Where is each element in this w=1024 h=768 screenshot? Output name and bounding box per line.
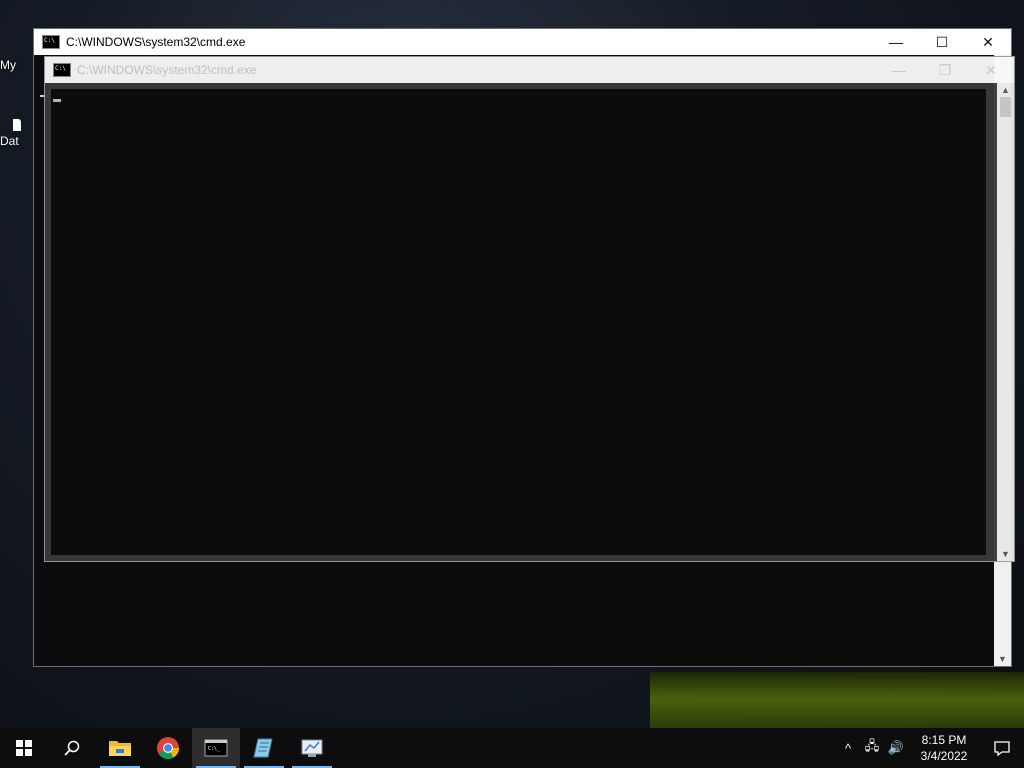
- maximize-button[interactable]: ❐: [922, 57, 968, 83]
- close-button[interactable]: ✕: [968, 57, 1014, 83]
- desktop: My Dat C:\WINDOWS\system32\cmd.exe — ☐ ✕…: [0, 0, 1024, 728]
- scroll-down-icon[interactable]: ▼: [997, 547, 1014, 561]
- window-title: C:\WINDOWS\system32\cmd.exe: [77, 63, 257, 77]
- desktop-icon-label: My: [0, 58, 16, 72]
- windows-icon: [16, 740, 32, 756]
- vertical-scrollbar[interactable]: ▲ ▼: [997, 83, 1014, 561]
- scroll-thumb[interactable]: [1000, 97, 1011, 117]
- system-tray: ^ 🖧 🔊 8:15 PM 3/4/2022: [836, 728, 1024, 768]
- taskbar-file-explorer[interactable]: [96, 728, 144, 768]
- minimize-button[interactable]: —: [876, 57, 922, 83]
- start-button[interactable]: [0, 728, 48, 768]
- text-cursor: [53, 99, 61, 102]
- svg-text:C:\_: C:\_: [208, 746, 221, 752]
- chrome-icon: [157, 737, 179, 759]
- show-hidden-icons-chevron-icon[interactable]: ^: [836, 741, 860, 756]
- search-icon: [64, 740, 80, 756]
- scroll-up-icon[interactable]: ▲: [997, 83, 1014, 97]
- cmd-icon: C:\_: [204, 739, 228, 757]
- action-center-button[interactable]: [980, 728, 1024, 768]
- taskbar: C:\_ ^ 🖧 🔊 8:15 PM 3/4/2022: [0, 728, 1024, 768]
- clock-date: 3/4/2022: [920, 749, 968, 763]
- cmd-icon: [42, 35, 60, 49]
- volume-icon[interactable]: 🔊: [884, 740, 908, 756]
- app-icon-network: [301, 739, 323, 757]
- title-bar[interactable]: C:\WINDOWS\system32\cmd.exe — ☐ ✕: [34, 29, 1011, 55]
- notification-icon: [994, 741, 1010, 757]
- wallpaper-grass: [650, 672, 1024, 728]
- desktop-icon-my-computer[interactable]: My: [0, 58, 26, 72]
- title-bar[interactable]: C:\WINDOWS\system32\cmd.exe — ❐ ✕: [45, 57, 1014, 83]
- desktop-icon-data-file[interactable]: Dat: [0, 118, 26, 148]
- minimize-button[interactable]: —: [873, 29, 919, 55]
- clock[interactable]: 8:15 PM 3/4/2022: [908, 732, 980, 764]
- window-title: C:\WINDOWS\system32\cmd.exe: [66, 35, 246, 49]
- file-icon: [12, 118, 26, 132]
- taskbar-app-network[interactable]: [288, 728, 336, 768]
- taskbar-app-blue[interactable]: [240, 728, 288, 768]
- clock-time: 8:15 PM: [921, 733, 967, 747]
- cmd-icon: [53, 63, 71, 77]
- close-button[interactable]: ✕: [965, 29, 1011, 55]
- folder-icon: [109, 741, 131, 756]
- taskbar-cmd[interactable]: C:\_: [192, 728, 240, 768]
- desktop-icon-label: Dat: [0, 134, 19, 148]
- scroll-down-icon[interactable]: ▼: [994, 652, 1011, 666]
- maximize-button[interactable]: ☐: [919, 29, 965, 55]
- cmd-window-front[interactable]: C:\WINDOWS\system32\cmd.exe — ❐ ✕ ▲ ▼: [44, 56, 1015, 562]
- console-output[interactable]: [51, 89, 986, 555]
- network-icon[interactable]: 🖧: [860, 737, 884, 759]
- taskbar-chrome[interactable]: [144, 728, 192, 768]
- app-icon-blue: [253, 738, 273, 758]
- search-button[interactable]: [48, 728, 96, 768]
